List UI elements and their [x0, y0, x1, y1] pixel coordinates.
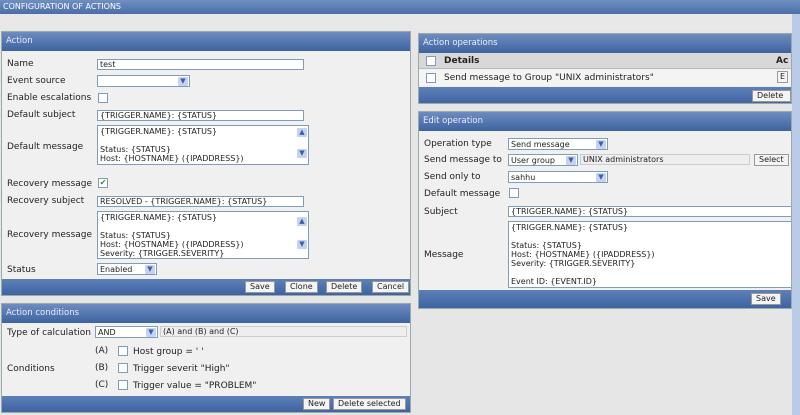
new-condition-button[interactable]: New — [303, 398, 331, 410]
operation-details: Send message to Group "UNIX administrato… — [444, 73, 654, 83]
send-to-label: Send message to — [424, 155, 502, 165]
edit-operation-title: Edit operation — [419, 112, 791, 131]
send-to-value: UNIX administrators — [580, 154, 750, 165]
delete-selected-button[interactable]: Delete selected — [333, 398, 406, 410]
operations-button-bar: Delete : — [419, 87, 791, 103]
details-column-header: Details — [444, 56, 480, 66]
scroll-up-icon[interactable]: ▲ — [297, 128, 307, 137]
condition-checkbox[interactable] — [118, 363, 128, 373]
edit-operation-panel: Edit operation Operation type Send messa… — [418, 111, 792, 309]
chevron-down-icon: ▼ — [596, 173, 606, 182]
page-title: CONFIGURATION OF ACTIONS — [0, 0, 800, 14]
condition-checkbox[interactable] — [118, 380, 128, 390]
condition-text: Host group = ' ' — [133, 347, 204, 357]
send-only-select[interactable]: sahhu ▼ — [508, 171, 608, 183]
calc-value: AND — [98, 328, 116, 337]
scroll-down-icon[interactable]: ▼ — [297, 240, 307, 249]
calc-formula: (A) and (B) and (C) — [160, 326, 407, 337]
chevron-down-icon: ▼ — [178, 77, 188, 86]
conditions-label: Conditions — [7, 364, 55, 374]
chevron-down-icon: ▼ — [146, 328, 156, 337]
default-message-text: {TRIGGER.NAME}: {STATUS} Status: {STATUS… — [100, 127, 244, 164]
recovery-subject-label: Recovery subject — [7, 196, 85, 206]
chevron-down-icon: ▼ — [566, 156, 576, 165]
escalations-checkbox[interactable] — [98, 93, 108, 103]
chevron-down-icon: ▼ — [596, 140, 606, 149]
condition-text: Trigger value = "PROBLEM" — [133, 381, 257, 391]
condition-checkbox[interactable] — [118, 346, 128, 356]
calc-select[interactable]: AND ▼ — [95, 326, 158, 338]
action-button-bar: Save Clone Delete Cancel — [2, 279, 410, 295]
status-select[interactable]: Enabled ▼ — [97, 263, 157, 275]
recovery-message-text: {TRIGGER.NAME}: {STATUS} Status: {STATUS… — [100, 213, 244, 258]
send-only-label: Send only to — [424, 172, 481, 182]
op-type-label: Operation type — [424, 139, 492, 149]
recovery-message-checkbox[interactable]: ✔ — [98, 178, 108, 188]
operations-panel: Action operations Details Ac Send messag… — [418, 33, 792, 104]
scroll-up-icon[interactable]: ▲ — [297, 217, 307, 226]
calc-label: Type of calculation — [7, 328, 91, 338]
action-column-header: Ac — [776, 56, 789, 66]
default-message-label: Default message — [7, 142, 84, 152]
edit-operation-button-bar: Save — [419, 290, 791, 308]
select-button[interactable]: Select — [754, 154, 789, 166]
conditions-button-bar: New Delete selected — [2, 396, 410, 412]
save-operation-button[interactable]: Save — [751, 293, 781, 305]
status-label: Status — [7, 265, 36, 275]
name-label: Name — [7, 59, 34, 69]
chevron-down-icon: ▼ — [145, 265, 155, 274]
op-type-select[interactable]: Send message ▼ — [508, 138, 608, 150]
op-type-value: Send message — [511, 140, 570, 149]
select-all-checkbox[interactable] — [426, 56, 436, 66]
subject-input[interactable]: {TRIGGER.NAME}: {STATUS} — [508, 206, 791, 217]
default-subject-label: Default subject — [7, 110, 76, 120]
subject-label: Subject — [424, 207, 458, 217]
default-message-textarea[interactable]: {TRIGGER.NAME}: {STATUS} Status: {STATUS… — [97, 125, 309, 165]
event-source-select[interactable]: ▼ — [97, 75, 190, 87]
send-to-type-select[interactable]: User group ▼ — [508, 154, 578, 166]
event-source-label: Event source — [7, 76, 66, 86]
recovery-message-check-label: Recovery message — [7, 179, 93, 189]
save-button[interactable]: Save — [245, 281, 275, 293]
delete-button[interactable]: Delete — [326, 281, 363, 293]
scroll-down-icon[interactable]: ▼ — [297, 149, 307, 158]
clone-button[interactable]: Clone — [285, 281, 318, 293]
recovery-subject-input[interactable]: RESOLVED - {TRIGGER.NAME}: {STATUS} — [97, 196, 304, 207]
recovery-message-label: Recovery message — [7, 230, 93, 240]
conditions-panel: Action conditions Type of calculation AN… — [1, 303, 411, 413]
condition-letter: (C) — [95, 380, 109, 390]
scrollbar[interactable] — [792, 14, 800, 415]
toolbar-band — [0, 14, 800, 30]
action-panel: Action Name test Event source ▼ Enable e… — [1, 31, 411, 296]
row-checkbox[interactable] — [426, 73, 436, 83]
condition-text: Trigger severit "High" — [133, 364, 230, 374]
condition-letter: (B) — [95, 363, 109, 373]
condition-letter: (A) — [95, 346, 109, 356]
recovery-message-textarea[interactable]: {TRIGGER.NAME}: {STATUS} Status: {STATUS… — [97, 211, 309, 259]
send-only-value: sahhu — [511, 173, 536, 182]
name-input[interactable]: test — [97, 59, 304, 70]
table-row: Send message to Group "UNIX administrato… — [419, 70, 791, 86]
action-panel-title: Action — [2, 32, 410, 51]
message-textarea[interactable]: {TRIGGER.NAME}: {STATUS} Status: {STATUS… — [508, 221, 791, 288]
send-to-type-value: User group — [511, 156, 556, 165]
operations-panel-title: Action operations — [419, 34, 791, 53]
edit-operation-button[interactable]: E — [777, 71, 789, 83]
escalations-label: Enable escalations — [7, 93, 92, 103]
message-label: Message — [424, 250, 464, 260]
operations-table-header: Details Ac — [419, 53, 791, 69]
default-message-label: Default message — [424, 189, 501, 199]
delete-operation-button[interactable]: Delete : — [752, 90, 791, 103]
default-subject-input[interactable]: {TRIGGER.NAME}: {STATUS} — [97, 110, 304, 121]
status-value: Enabled — [100, 265, 133, 274]
conditions-panel-title: Action conditions — [2, 304, 410, 323]
cancel-button[interactable]: Cancel — [372, 281, 410, 293]
default-message-checkbox[interactable] — [509, 188, 519, 198]
